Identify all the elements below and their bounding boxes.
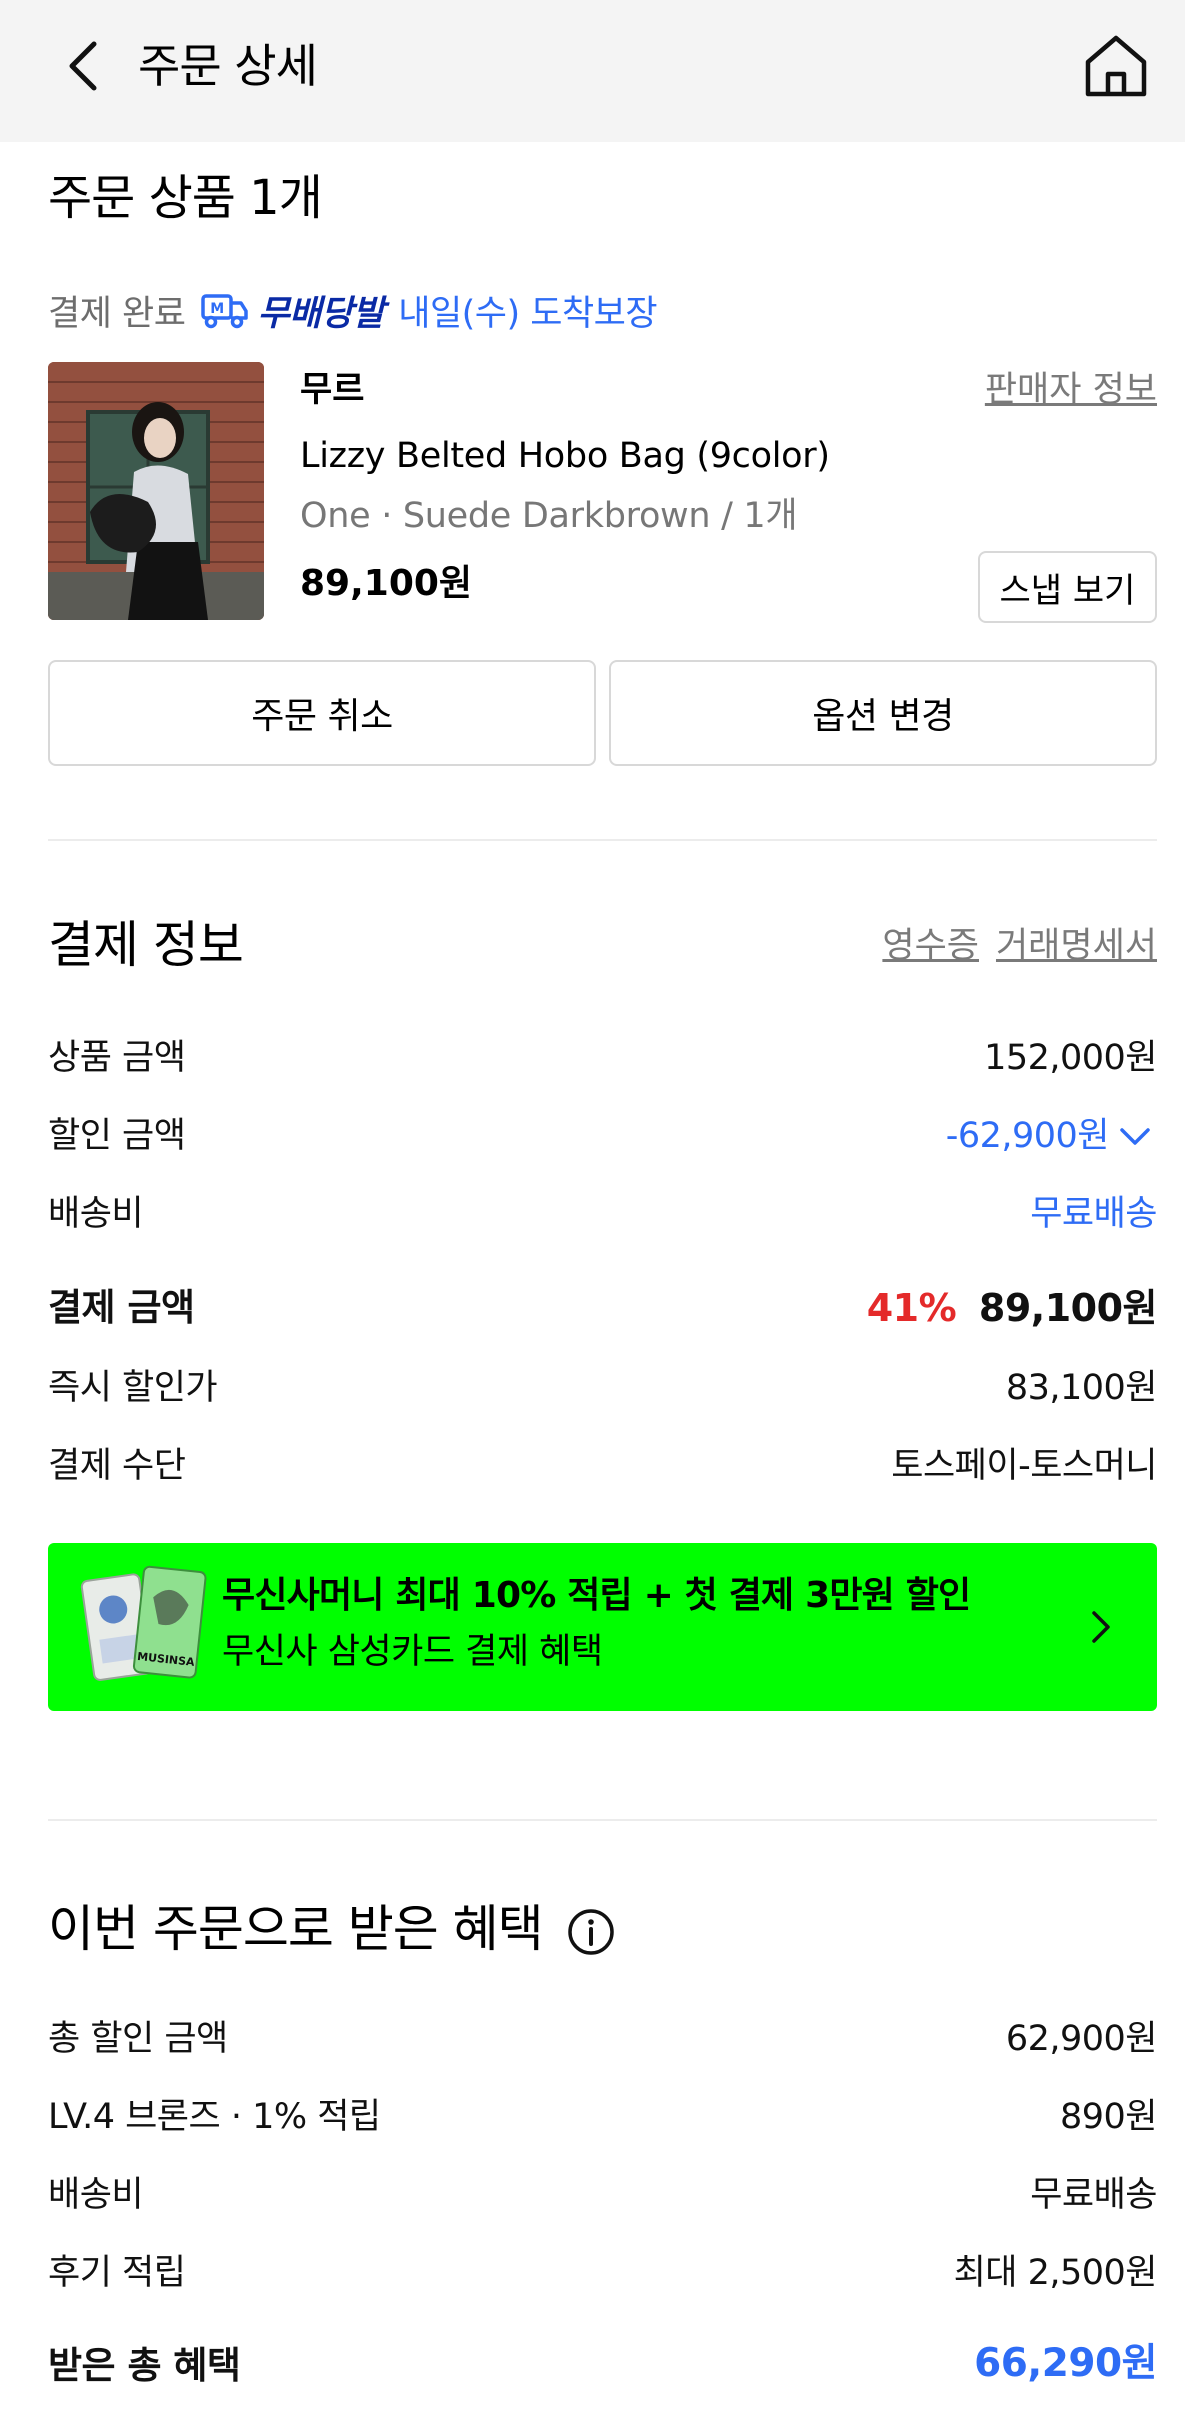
discount-amount-value[interactable]: -62,900원 <box>946 1114 1110 1158</box>
musinsa-card-image: MUSINSA <box>80 1565 207 1681</box>
page-title: 주문 상세 <box>138 39 318 93</box>
benefit-shipping-value: 무료배송 <box>1030 2175 1157 2215</box>
product-brand[interactable]: 무르 <box>300 368 364 412</box>
svg-text:M: M <box>211 301 224 317</box>
payment-total-row: 41% 89,100원 <box>866 1286 1158 1330</box>
received-total-value: 66,290원 <box>974 2341 1157 2386</box>
product-thumbnail[interactable] <box>48 362 264 620</box>
product-price: 89,100원 <box>300 563 473 604</box>
chevron-right-icon <box>1092 1611 1110 1643</box>
home-icon[interactable] <box>1080 30 1152 102</box>
payment-method-value: 토스페이-토스머니 <box>891 1446 1157 1486</box>
level-reward-value: 890원 <box>1059 2097 1158 2137</box>
product-option: One · Suede Darkbrown / 1개 <box>300 496 798 536</box>
shipping-fee-value: 무료배송 <box>1030 1194 1157 1234</box>
order-items-title: 주문 상품 1개 <box>48 170 323 226</box>
product-name[interactable]: Lizzy Belted Hobo Bag (9color) <box>300 434 830 478</box>
musinsa-card-promo-banner[interactable]: MUSINSA 무신사머니 최대 10% 적립 + 첫 결제 3만원 할인 무신… <box>48 1543 1157 1711</box>
delivery-status-line: 결제 완료 M 무배당발 내일(수) 도착보장 <box>48 285 658 335</box>
transaction-statement-link[interactable]: 거래명세서 <box>996 924 1157 968</box>
total-discount-value: 62,900원 <box>1005 2019 1158 2059</box>
payment-info-title: 결제 정보 <box>48 916 244 974</box>
snap-view-button[interactable]: 스냅 보기 <box>978 551 1157 623</box>
receipt-link[interactable]: 영수증 <box>882 924 979 968</box>
payment-total-label: 결제 금액 <box>48 1286 195 1329</box>
instant-discount-price-label: 즉시 할인가 <box>48 1368 218 1408</box>
change-option-button[interactable]: 옵션 변경 <box>609 660 1157 766</box>
top-bar: 주문 상세 <box>0 0 1185 142</box>
section-divider <box>48 839 1157 841</box>
product-amount-label: 상품 금액 <box>48 1038 186 1078</box>
arrival-guarantee: 내일(수) 도착보장 <box>398 293 658 334</box>
review-reward-value: 최대 2,500원 <box>953 2253 1158 2293</box>
benefit-shipping-label: 배송비 <box>48 2175 144 2215</box>
received-total-label: 받은 총 혜택 <box>48 2344 241 2387</box>
payment-total-value: 89,100원 <box>978 1286 1158 1330</box>
payment-status: 결제 완료 <box>48 293 186 334</box>
seller-info-link[interactable]: 판매자 정보 <box>985 368 1157 412</box>
level-reward-label: LV.4 브론즈 · 1% 적립 <box>48 2097 381 2137</box>
info-icon[interactable] <box>566 1907 616 1957</box>
review-reward-label: 후기 적립 <box>48 2253 186 2293</box>
cancel-order-button[interactable]: 주문 취소 <box>48 660 596 766</box>
free-delivery-badge: 무배당발 <box>257 293 385 334</box>
truck-icon: M <box>201 294 249 329</box>
chevron-down-icon[interactable] <box>1118 1124 1152 1150</box>
benefits-title: 이번 주문으로 받은 혜택 <box>48 1900 544 1958</box>
instant-discount-price-value: 83,100원 <box>1005 1368 1158 1408</box>
total-discount-label: 총 할인 금액 <box>48 2019 228 2059</box>
discount-percent: 41% <box>866 1286 957 1330</box>
promo-subtitle: 무신사 삼성카드 결제 혜택 <box>222 1632 603 1672</box>
discount-amount-label: 할인 금액 <box>48 1116 186 1156</box>
back-arrow-icon[interactable] <box>58 38 108 94</box>
section-divider <box>48 1819 1157 1821</box>
promo-title: 무신사머니 최대 10% 적립 + 첫 결제 3만원 할인 <box>222 1575 971 1616</box>
product-amount-value: 152,000원 <box>984 1038 1157 1078</box>
payment-method-label: 결제 수단 <box>48 1446 186 1486</box>
shipping-fee-label: 배송비 <box>48 1194 144 1234</box>
